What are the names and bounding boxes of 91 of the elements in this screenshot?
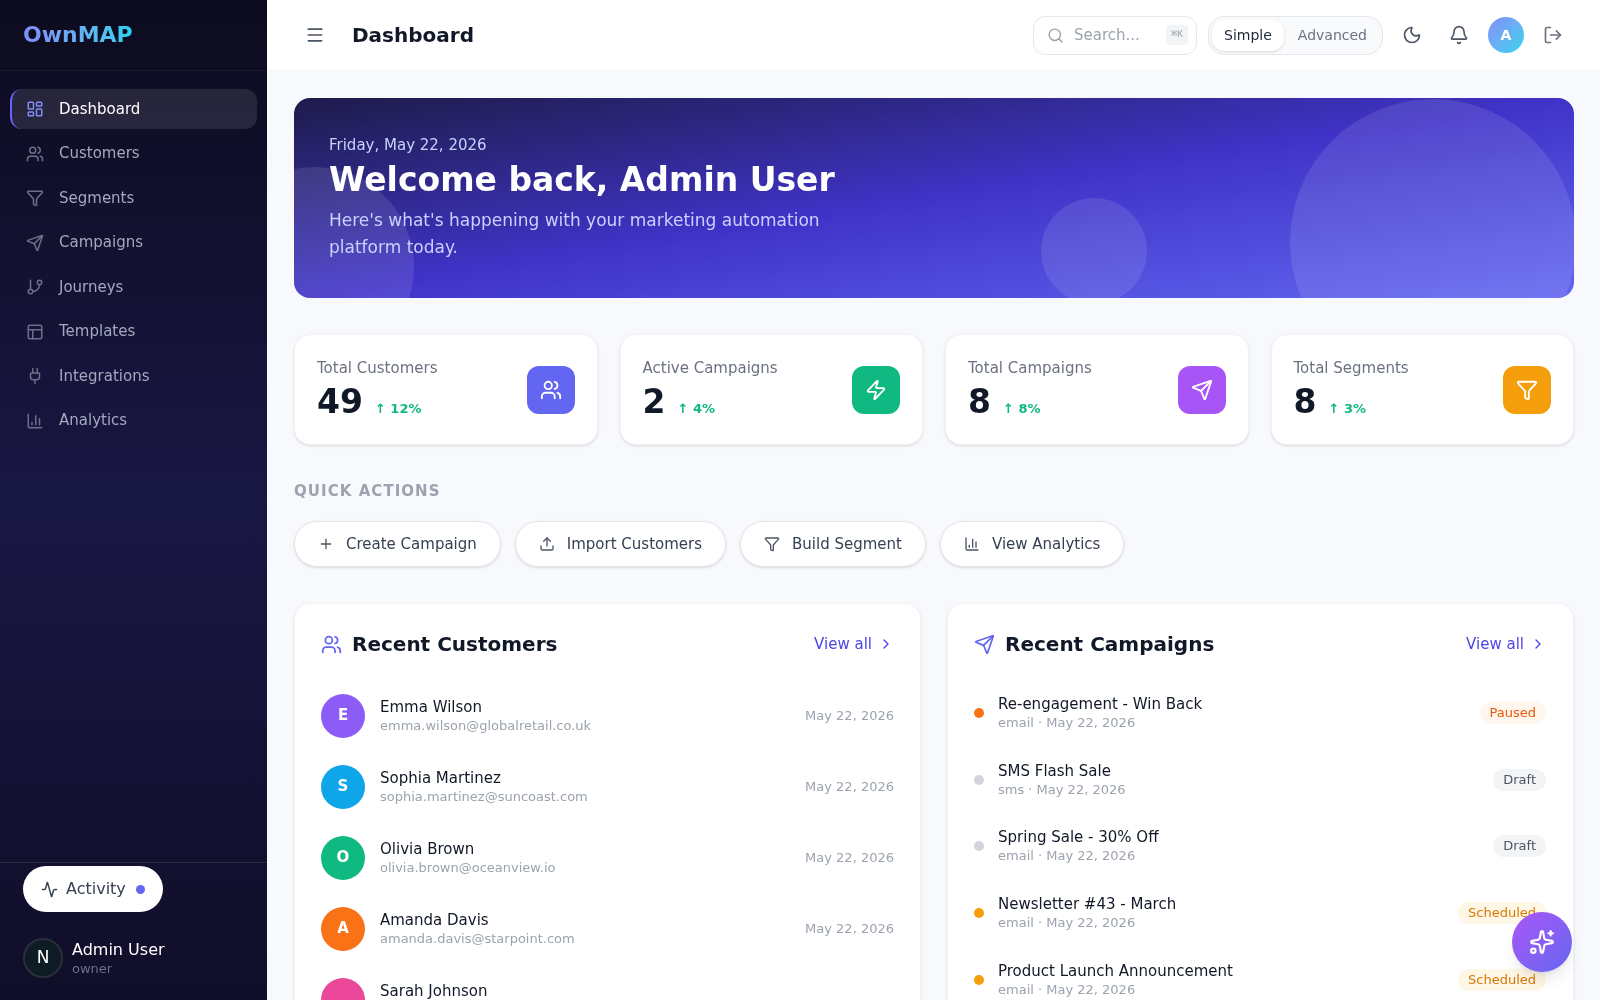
view-all-link[interactable]: View all bbox=[1466, 632, 1546, 656]
panel-title: Recent Customers bbox=[352, 631, 558, 658]
user-role: owner bbox=[72, 959, 114, 977]
status-badge: Draft bbox=[1493, 768, 1546, 791]
campaign-name: Re-engagement - Win Back bbox=[998, 694, 1203, 715]
avatar: S bbox=[321, 764, 365, 809]
menu-icon bbox=[305, 25, 325, 45]
search-icon bbox=[1047, 26, 1065, 44]
page-title: Dashboard bbox=[352, 22, 474, 49]
customer-name: Sophia Martinez bbox=[380, 767, 502, 788]
campaign-meta: email · May 22, 2026 bbox=[998, 980, 1137, 999]
stat-change: ↑ 8% bbox=[1002, 399, 1041, 418]
paper-plane-icon bbox=[974, 633, 995, 655]
user-name: Admin User bbox=[72, 939, 165, 960]
avatar: O bbox=[321, 835, 365, 880]
upload-icon bbox=[538, 536, 555, 552]
customer-email: sophia.martinez@suncoast.com bbox=[380, 787, 588, 806]
view-all-link[interactable]: View all bbox=[814, 632, 894, 656]
status-badge: Draft bbox=[1493, 835, 1546, 858]
campaign-meta: email · May 22, 2026 bbox=[998, 914, 1137, 933]
avatar: E bbox=[321, 693, 365, 738]
stat-value: 2 bbox=[642, 381, 666, 422]
users-icon bbox=[321, 633, 342, 655]
campaign-name: Newsletter #43 - March bbox=[998, 894, 1177, 915]
moon-icon bbox=[1402, 25, 1422, 45]
dashboard-grid-icon bbox=[26, 100, 44, 118]
nav-item[interactable]: Campaigns bbox=[10, 222, 257, 263]
sparkles-icon bbox=[1529, 929, 1555, 955]
bar-chart-icon bbox=[963, 536, 980, 552]
view-mode-tab[interactable]: Advanced bbox=[1285, 19, 1379, 51]
nav-item[interactable]: Journeys bbox=[10, 267, 257, 307]
stat-label: Total Customers bbox=[317, 357, 438, 378]
stat-change: ↑ 3% bbox=[1328, 399, 1366, 418]
stat-label: Total Segments bbox=[1293, 357, 1409, 378]
funnel-icon bbox=[26, 189, 44, 207]
stat-value: 49 bbox=[317, 381, 363, 422]
activity-button[interactable]: Activity bbox=[23, 866, 163, 912]
paper-plane-icon bbox=[26, 233, 44, 252]
quick-action-button[interactable]: View Analytics bbox=[939, 521, 1125, 567]
customer-name: Olivia Brown bbox=[380, 838, 476, 859]
customer-email: olivia.brown@oceanview.io bbox=[380, 858, 556, 877]
customer-date: May 22, 2026 bbox=[805, 706, 894, 725]
stat-label: Active Campaigns bbox=[642, 357, 778, 378]
layout-icon bbox=[26, 322, 44, 341]
customer-date: May 22, 2026 bbox=[805, 777, 894, 796]
nav-item[interactable]: Dashboard bbox=[10, 89, 257, 129]
stat-value: 8 bbox=[1293, 381, 1317, 422]
campaign-meta: email · May 22, 2026 bbox=[998, 847, 1137, 866]
stat-label: Total Campaigns bbox=[968, 357, 1092, 378]
plus-icon bbox=[318, 536, 334, 552]
customer-email: amanda.davis@starpoint.com bbox=[380, 929, 575, 948]
logout-icon bbox=[1543, 25, 1563, 45]
quick-action-button[interactable]: Build Segment bbox=[740, 521, 926, 567]
quick-action-button[interactable]: Import Customers bbox=[514, 521, 727, 567]
avatar[interactable]: N bbox=[23, 938, 63, 978]
customer-name: Sarah Johnson bbox=[380, 980, 488, 1000]
stat-change: ↑ 12% bbox=[374, 399, 422, 418]
customer-date: May 22, 2026 bbox=[805, 919, 894, 938]
view-mode-tab[interactable]: Simple bbox=[1212, 19, 1284, 51]
banner-date: Friday, May 22, 2026 bbox=[329, 135, 488, 155]
banner-subtitle: Here's what's happening with your marketing automation platform today. bbox=[329, 209, 821, 259]
section-title: QUICK ACTIONS bbox=[294, 481, 442, 501]
nav-item[interactable]: Templates bbox=[10, 311, 257, 352]
campaign-meta: email · May 22, 2026 bbox=[998, 714, 1137, 733]
status-badge: Paused bbox=[1479, 702, 1546, 725]
shortcut-key: ⌘K bbox=[1166, 24, 1189, 45]
customer-date: May 22, 2026 bbox=[805, 848, 894, 867]
campaign-name: Spring Sale - 30% Off bbox=[998, 827, 1159, 848]
funnel-icon bbox=[764, 536, 781, 552]
status-badge: Scheduled bbox=[1458, 968, 1546, 991]
nav-item[interactable]: Integrations bbox=[10, 356, 257, 396]
pulse-icon bbox=[41, 880, 58, 898]
stat-value: 8 bbox=[968, 381, 991, 422]
campaign-name: Product Launch Announcement bbox=[998, 960, 1233, 981]
stat-change: ↑ 4% bbox=[677, 399, 715, 418]
customer-name: Amanda Davis bbox=[380, 909, 490, 930]
bell-icon bbox=[1449, 25, 1469, 45]
banner-title: Welcome back, Admin User bbox=[329, 160, 836, 200]
quick-action-button[interactable]: Create Campaign bbox=[294, 521, 501, 567]
nav-item[interactable]: Analytics bbox=[10, 400, 257, 441]
bar-chart-icon bbox=[26, 411, 44, 430]
nav-item[interactable]: Customers bbox=[10, 133, 257, 174]
customer-name: Emma Wilson bbox=[380, 696, 483, 717]
campaign-name: SMS Flash Sale bbox=[998, 760, 1112, 781]
customer-email: emma.wilson@globalretail.co.uk bbox=[380, 716, 592, 735]
nav-item[interactable]: Segments bbox=[10, 178, 257, 218]
users-icon bbox=[26, 144, 44, 163]
panel-title: Recent Campaigns bbox=[1005, 631, 1215, 658]
branch-icon bbox=[26, 278, 44, 296]
campaign-meta: sms · May 22, 2026 bbox=[998, 780, 1126, 799]
avatar: A bbox=[321, 906, 365, 951]
